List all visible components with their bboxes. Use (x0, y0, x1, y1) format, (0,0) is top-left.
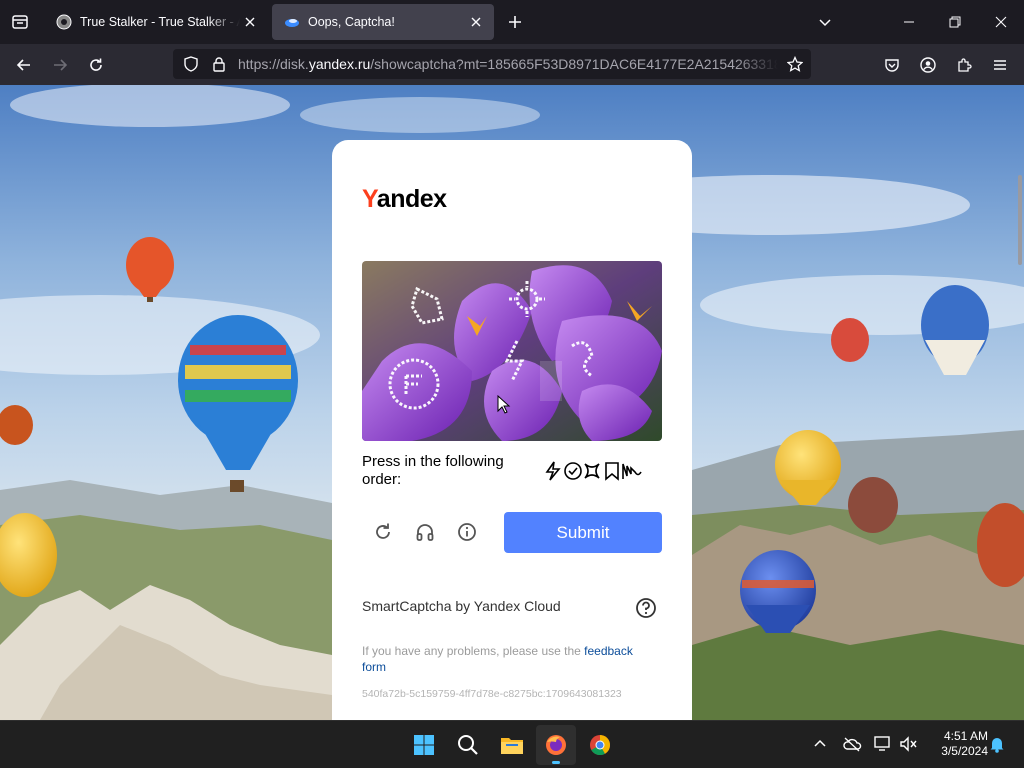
lightning-icon (545, 461, 561, 481)
file-explorer-icon[interactable] (492, 725, 532, 765)
yandex-logo-first-letter: Y (362, 185, 377, 213)
url-prefix: https://disk. (238, 56, 309, 72)
chrome-icon[interactable] (580, 725, 620, 765)
minimize-icon[interactable] (886, 0, 932, 44)
refresh-captcha-icon[interactable] (371, 520, 395, 544)
bookmark-icon (605, 462, 619, 481)
close-window-icon[interactable] (978, 0, 1024, 44)
waveform-icon (622, 463, 642, 479)
bookmark-star-icon[interactable] (787, 56, 803, 72)
address-bar[interactable]: https://disk.yandex.ru/showcaptcha?mt=18… (173, 49, 811, 79)
clock-time: 4:51 AM (943, 729, 988, 743)
url-path: /showcaptcha?mt=185665F53D8971DAC6E4177E… (370, 56, 778, 72)
lock-icon[interactable] (211, 56, 227, 72)
submit-button[interactable]: Submit (504, 512, 662, 553)
tab-title: True Stalker - True Stalker - AP-Pro (80, 15, 240, 29)
restore-icon[interactable] (932, 0, 978, 44)
captcha-card: Yandex Press in the following order: Sub… (332, 140, 692, 720)
close-tab-icon[interactable] (240, 12, 260, 32)
hamburger-menu-icon[interactable] (985, 50, 1015, 80)
account-icon[interactable] (913, 50, 943, 80)
navigation-toolbar: https://disk.yandex.ru/showcaptcha?mt=18… (0, 44, 1024, 85)
starburst-icon (584, 463, 600, 479)
tracking-protection-shield-icon[interactable] (183, 56, 199, 72)
captcha-challenge-image[interactable] (362, 261, 662, 441)
reload-icon[interactable] (81, 50, 111, 80)
windows-taskbar: 4:51 AM 3/5/2024 (0, 720, 1024, 768)
tab-title: Oops, Captcha! (308, 15, 395, 29)
url-domain: yandex.ru (308, 56, 371, 72)
info-icon[interactable] (455, 520, 479, 544)
mouse-cursor-icon (497, 395, 511, 414)
yandex-disk-favicon-icon (284, 14, 300, 30)
close-tab-icon[interactable] (466, 12, 486, 32)
url-text[interactable]: https://disk.yandex.ru/showcaptcha?mt=18… (238, 49, 778, 79)
tab-true-stalker[interactable]: True Stalker - True Stalker - AP-Pro (44, 4, 268, 40)
forward-arrow-icon[interactable] (45, 50, 75, 80)
firefox-icon[interactable] (536, 725, 576, 765)
tab-strip: True Stalker - True Stalker - AP-Pro Oop… (0, 0, 1024, 44)
captcha-instruction: Press in the following order: (362, 453, 504, 488)
tab-oops-captcha[interactable]: Oops, Captcha! (272, 4, 494, 40)
active-app-indicator (552, 761, 560, 764)
stalker-favicon-icon (56, 14, 72, 30)
feedback-text: If you have any problems, please use the (362, 644, 585, 658)
new-tab-icon[interactable] (503, 10, 527, 34)
volume-muted-icon[interactable] (898, 733, 920, 755)
yandex-logo-rest: andex (376, 185, 447, 213)
notification-bell-icon[interactable] (986, 733, 1008, 755)
captcha-token-id: 540fa72b-5c159759-4ff7d78e-c8275bc:17096… (362, 688, 622, 700)
feedback-notice: If you have any problems, please use the… (362, 643, 652, 675)
audio-captcha-headphones-icon[interactable] (413, 520, 437, 544)
checkmark-circle-icon (564, 462, 582, 480)
back-arrow-icon[interactable] (9, 50, 39, 80)
network-icon[interactable] (872, 733, 894, 755)
smartcaptcha-brand-text: SmartCaptcha by Yandex Cloud (362, 598, 561, 614)
help-question-icon[interactable] (634, 596, 658, 620)
captcha-order-icons (544, 460, 644, 482)
clock-date: 3/5/2024 (941, 744, 988, 758)
extensions-puzzle-icon[interactable] (949, 50, 979, 80)
chevron-up-icon[interactable] (809, 733, 831, 755)
page-viewport: Yandex Press in the following order: Sub… (0, 85, 1024, 720)
yandex-logo: Yandex (362, 185, 447, 214)
onedrive-cloud-icon[interactable] (841, 733, 863, 755)
scrollbar-thumb[interactable] (1018, 175, 1022, 265)
system-clock[interactable]: 4:51 AM 3/5/2024 (928, 729, 988, 759)
search-icon[interactable] (448, 725, 488, 765)
pocket-icon[interactable] (877, 50, 907, 80)
chevron-down-icon[interactable] (813, 10, 837, 34)
windows-start-icon[interactable] (404, 725, 444, 765)
all-tabs-icon[interactable] (8, 10, 32, 34)
